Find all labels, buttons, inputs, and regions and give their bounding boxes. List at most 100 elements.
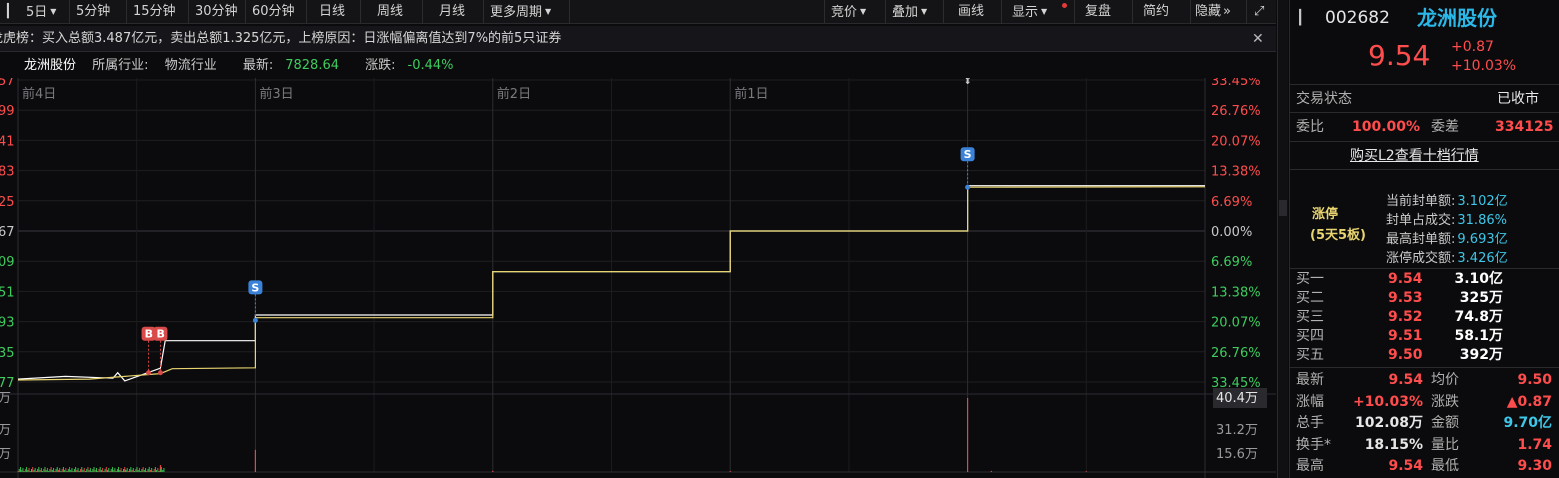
stat-value: 18.15% <box>1364 436 1423 453</box>
bid-row[interactable]: 买五 9.50 392万 <box>1290 346 1559 365</box>
stock-terminal: ┃ 5日 ▼ 5分钟 15分钟 30分钟 60分钟 日线 周线 月线 更多周期 ▼ … <box>0 0 1559 478</box>
bid-price: 9.52 <box>1388 309 1423 325</box>
period-5day[interactable]: 5日 ▼ <box>20 0 70 24</box>
period-5min[interactable]: 5分钟 <box>70 0 127 24</box>
stat-value: 9.54 <box>1388 458 1423 474</box>
pct-tick: 33.45% <box>1211 78 1261 89</box>
pct-tick: 20.07% <box>1211 134 1261 149</box>
limit-up-block: 涨停 (5天5板) 当前封单额: 3.102亿 封单占成交: 31.86% 最高封单额:… <box>1290 188 1559 268</box>
trade-status-row: 交易状态 已收市 <box>1290 89 1559 109</box>
price-tick: 57 <box>0 78 15 89</box>
chart-info-bar: 龙洲股份 所属行业: 物流行业 最新: 7828.64 涨跌: -0.44% <box>24 54 478 78</box>
toolbar-edge: ┃ <box>4 4 12 19</box>
menu-bar-icon[interactable]: ┃ <box>1296 6 1304 30</box>
stat-label: 总手 <box>1296 415 1324 431</box>
intraday-chart[interactable]: 前4日 前3日 前2日 前1日 33.45% 26.76% 20.07% 13.38% 6.69… <box>0 78 1276 478</box>
l2-row: 购买L2查看十档行情 <box>1290 146 1559 166</box>
stat-value: 9.54 <box>1388 372 1423 388</box>
price-tick: 25 <box>0 195 15 210</box>
volume-tick: 15.6万 <box>1216 447 1258 462</box>
period-weekly[interactable]: 周线 <box>361 0 423 24</box>
status-value: 已收市 <box>1497 91 1539 107</box>
marker-label: B <box>156 328 164 341</box>
draw-button[interactable]: 画线 <box>944 0 1002 24</box>
limit-info-label: 最高封单额: <box>1386 232 1456 247</box>
bid-label: 买五 <box>1296 347 1324 363</box>
price-tick: 83 <box>0 165 15 180</box>
pct-tick: 0.00% <box>1211 225 1252 240</box>
limit-info-value: 3.426亿 <box>1457 251 1508 266</box>
limit-info-label: 封单占成交: <box>1386 213 1456 228</box>
auction-dropdown[interactable]: 竞价 ▼ <box>824 0 886 24</box>
pct-tick: 13.38% <box>1211 165 1261 180</box>
period-30min[interactable]: 30分钟 <box>189 0 246 24</box>
dragon-tiger-notice: 龙虎榜：买入总额3.487亿元，卖出总额1.325亿元，上榜原因：日涨幅偏离值达… <box>0 26 1276 52</box>
limit-info-label: 涨停成交额: <box>1386 251 1456 266</box>
stat-label: 最高 <box>1296 458 1324 474</box>
stat-value: ▲0.87 <box>1506 393 1552 410</box>
quote-panel: ┃ 002682 龙洲股份 9.54 +0.87 +10.03% 交易状态 已收… <box>1289 0 1559 478</box>
marker-dot <box>157 370 163 376</box>
stock-name-label: 龙洲股份 <box>24 58 77 73</box>
bid-volume: 58.1万 <box>1454 328 1503 344</box>
period-daily[interactable]: 日线 <box>307 0 361 24</box>
price-tick: 35 <box>0 346 15 361</box>
day-label: 前2日 <box>497 86 531 102</box>
stat-label: 涨幅 <box>1296 393 1324 410</box>
bid-row[interactable]: 买四 9.51 58.1万 <box>1290 327 1559 346</box>
bid-price: 9.54 <box>1388 271 1423 287</box>
stat-value: 1.74 <box>1517 436 1552 453</box>
limit-info-row: 最高封单额: 9.693亿 <box>1386 228 1508 247</box>
expand-icon[interactable]: ⤢ <box>1247 0 1276 24</box>
limit-info-value: 9.693亿 <box>1457 232 1508 247</box>
price-change: +0.87 <box>1451 39 1494 55</box>
simple-button[interactable]: 简约 <box>1133 0 1191 24</box>
marker-dot <box>146 370 152 376</box>
last-price: 9.54 <box>1368 39 1431 72</box>
l2-link[interactable]: 购买L2查看十档行情 <box>1350 146 1479 166</box>
stat-row: 总手 102.08万 金额 9.70亿 <box>1290 413 1559 433</box>
overlay-dropdown[interactable]: 叠加 ▼ <box>886 0 944 24</box>
period-monthly[interactable]: 月线 <box>423 0 484 24</box>
pct-tick: 20.07% <box>1211 316 1261 331</box>
bid-row[interactable]: 买一 9.54 3.10亿 <box>1290 270 1559 289</box>
scroll-handle[interactable] <box>1279 200 1287 216</box>
stat-label: 换手* <box>1296 436 1331 453</box>
pct-tick: 26.76% <box>1211 346 1261 361</box>
bid-volume: 392万 <box>1459 347 1503 363</box>
limit-title: 涨停 <box>1312 207 1339 222</box>
bid-price: 9.50 <box>1388 347 1423 363</box>
more-periods-dropdown[interactable]: 更多周期 ▼ <box>484 0 570 24</box>
index-change: 涨跌: -0.44% <box>365 58 454 73</box>
stat-value: 9.30 <box>1517 458 1552 474</box>
limit-info-row: 封单占成交: 31.86% <box>1386 209 1507 228</box>
bid-row[interactable]: 买二 9.53 325万 <box>1290 289 1559 308</box>
marker-label: S <box>964 148 972 161</box>
bid-row[interactable]: 买三 9.52 74.8万 <box>1290 308 1559 327</box>
stat-value: +10.03% <box>1352 393 1423 410</box>
price-tick: 51 <box>0 285 15 300</box>
day-label: 前1日 <box>734 86 768 102</box>
period-60min[interactable]: 60分钟 <box>246 0 307 24</box>
stat-label: 最低 <box>1431 458 1459 474</box>
stat-row: 涨幅 +10.03% 涨跌 ▲0.87 <box>1290 392 1559 412</box>
stock-code: 002682 <box>1325 8 1390 28</box>
industry-label: 所属行业: 物流行业 <box>92 58 217 73</box>
replay-button[interactable]: 复盘 <box>1075 0 1133 24</box>
bid-volume: 3.10亿 <box>1454 271 1503 287</box>
marker-label: S <box>251 281 259 294</box>
panel-scrollbar[interactable] <box>1277 0 1288 478</box>
volume-tick: 31.2万 <box>1216 423 1258 438</box>
stat-row: 最新 9.54 均价 9.50 <box>1290 370 1559 390</box>
volume-tick: 40.4万 <box>1216 391 1258 406</box>
volume-unit-tick: 万 <box>0 391 11 406</box>
quote-header: ┃ 002682 龙洲股份 <box>1290 6 1559 30</box>
close-icon[interactable]: ✕ <box>1252 26 1264 51</box>
hide-button[interactable]: 隐藏» <box>1191 0 1247 24</box>
ratio-value: 100.00% <box>1352 119 1421 135</box>
period-15min[interactable]: 15分钟 <box>127 0 189 24</box>
price-tick: 67 <box>0 225 15 240</box>
pin-icon: ⇕ <box>964 78 972 87</box>
limit-info-row: 涨停成交额: 3.426亿 <box>1386 247 1508 266</box>
volume-unit-tick: 万 <box>0 447 11 462</box>
